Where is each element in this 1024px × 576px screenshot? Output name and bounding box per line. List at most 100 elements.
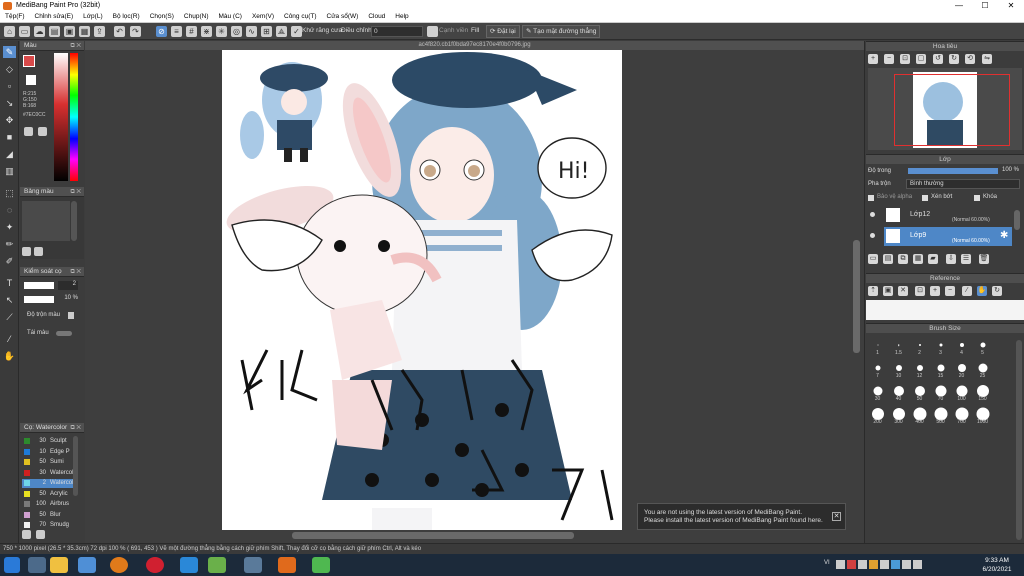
brush-list-item[interactable]: 100 Airbrus: [22, 500, 74, 509]
brush-size-cell[interactable]: 10: [890, 362, 907, 379]
lock-checkbox[interactable]: [974, 195, 980, 201]
reset-rotation-icon[interactable]: ⟲: [965, 54, 975, 64]
brush-list-item[interactable]: 50 Sumi: [22, 458, 74, 467]
navigator-viewport[interactable]: [894, 74, 1010, 146]
explorer-icon[interactable]: [50, 557, 68, 573]
undo-icon[interactable]: ↶: [114, 26, 125, 37]
text-tool-icon[interactable]: T: [3, 277, 16, 289]
menu-window[interactable]: Cửa sổ(W): [322, 12, 364, 20]
ref-close-icon[interactable]: ✕: [898, 286, 908, 296]
menu-view[interactable]: Xem(V): [247, 12, 279, 20]
cross-snap-icon[interactable]: #: [186, 26, 197, 37]
blend-toggle[interactable]: [68, 312, 74, 319]
update-notice[interactable]: You are not using the latest version of …: [637, 503, 846, 530]
snap-off-icon[interactable]: ⊘: [156, 26, 167, 37]
brush-size-cell[interactable]: 400: [911, 407, 928, 425]
menu-tools[interactable]: Công cụ(T): [279, 12, 322, 20]
brush-delete-icon[interactable]: [36, 530, 45, 539]
brush-size-cell[interactable]: 700: [953, 407, 970, 425]
circle-snap-icon[interactable]: ◎: [231, 26, 242, 37]
brush-size-cell[interactable]: 15: [932, 362, 949, 379]
brush-tool-icon[interactable]: ✎: [3, 46, 16, 58]
minimize-button[interactable]: —: [946, 0, 972, 12]
zoom-out-icon[interactable]: −: [884, 54, 894, 64]
actual-size-icon[interactable]: ▢: [916, 54, 926, 64]
brush-size-cell[interactable]: 1.5: [890, 339, 907, 356]
brush-opacity-bar[interactable]: [24, 296, 54, 303]
bucket-tool-icon[interactable]: ◢: [3, 148, 16, 160]
primary-color-swatch[interactable]: [23, 55, 35, 67]
document-tab[interactable]: ac4f820.cb1f0bda97ec8170e4f0b0796.jpg: [85, 41, 864, 50]
layer-list-scrollbar[interactable]: [1014, 210, 1020, 230]
new-layer-raster-icon[interactable]: ▤: [883, 254, 893, 264]
merge-layer-icon[interactable]: ⇩: [946, 254, 956, 264]
system-tray-icons[interactable]: [836, 560, 946, 570]
select-pen-icon[interactable]: ✏: [3, 238, 16, 250]
eyedropper-tool-icon[interactable]: ⁄: [3, 333, 16, 345]
brush-list-item[interactable]: 70 Smudg: [22, 521, 74, 530]
layer-settings-icon[interactable]: ✱: [1000, 230, 1008, 241]
new-file-icon[interactable]: ▭: [19, 26, 30, 37]
menu-layer[interactable]: Lớp(L): [78, 12, 107, 20]
brush-size-cell[interactable]: 300: [890, 408, 907, 425]
brush-size-cell[interactable]: 150: [974, 385, 991, 402]
brush-size-cell[interactable]: 200: [869, 408, 886, 425]
opera-icon[interactable]: [146, 557, 164, 573]
reference-view[interactable]: [866, 300, 1024, 320]
ref-eyedropper-icon[interactable]: ⁄: [962, 286, 972, 296]
close-button[interactable]: ✕: [998, 0, 1024, 12]
brush-size-cell[interactable]: 12: [911, 362, 928, 379]
perspective-icon[interactable]: ⟁: [276, 26, 287, 37]
rotate-left-icon[interactable]: ↺: [933, 54, 943, 64]
menu-edit[interactable]: Chỉnh sửa(E): [30, 12, 79, 20]
delete-color-icon[interactable]: [34, 247, 43, 256]
hue-slider[interactable]: [70, 53, 78, 181]
maximize-button[interactable]: ☐: [972, 0, 998, 12]
tray-lang[interactable]: VI: [824, 560, 830, 566]
ref-open-icon[interactable]: ⇡: [868, 286, 878, 296]
move-tool-icon[interactable]: ✥: [3, 114, 16, 126]
brush-list-scrollbar[interactable]: [73, 436, 78, 496]
brush-list-item[interactable]: 30 Sculpt: [22, 437, 74, 446]
brush-size-cell[interactable]: 2: [911, 339, 928, 356]
grid-snap-icon[interactable]: ⊞: [261, 26, 272, 37]
secondary-color-swatch[interactable]: [26, 75, 36, 85]
ref-capture-icon[interactable]: ▣: [883, 286, 893, 296]
folder-icon[interactable]: ▰: [928, 254, 938, 264]
vanishing-point-icon[interactable]: ⋇: [201, 26, 212, 37]
brush-size-cell[interactable]: 100: [953, 385, 970, 402]
rect-select-icon[interactable]: ⬚: [3, 187, 16, 199]
ref-zoom-in-icon[interactable]: +: [930, 286, 940, 296]
menu-color[interactable]: Màu (C): [213, 12, 246, 20]
app-icon[interactable]: [208, 557, 226, 573]
brush-size-scrollbar[interactable]: [1016, 340, 1022, 540]
taskview-icon[interactable]: [28, 557, 46, 573]
layer-item[interactable]: Lớp12 (Normal 60.00%): [870, 206, 1012, 225]
export-icon[interactable]: ▦: [79, 26, 90, 37]
add-color-icon[interactable]: [22, 247, 31, 256]
brush-size-cell[interactable]: 3: [932, 339, 949, 356]
brush-list-item[interactable]: 50 Acrylic: [22, 490, 74, 499]
cloud-icon[interactable]: ☁: [34, 26, 45, 37]
dot-tool-icon[interactable]: ▫: [3, 80, 16, 92]
notice-close-icon[interactable]: ✕: [832, 512, 841, 521]
menu-select[interactable]: Chọn(S): [145, 12, 179, 20]
create-straight-line-button[interactable]: ✎ Tạo mặt đường thẳng: [522, 25, 601, 38]
lasso-tool-icon[interactable]: ◌: [3, 204, 16, 216]
menu-help[interactable]: Help: [390, 12, 413, 20]
brush-size-cell[interactable]: 5: [974, 339, 991, 356]
brush-size-value[interactable]: 2: [58, 281, 78, 290]
select-tool-icon[interactable]: ↘: [3, 97, 16, 109]
shape-tool-icon[interactable]: ■: [3, 131, 16, 143]
menu-cloud[interactable]: Cloud: [363, 12, 390, 20]
rotate-right-icon[interactable]: ↻: [949, 54, 959, 64]
clipping-checkbox[interactable]: [922, 195, 928, 201]
medibang-taskbar-icon[interactable]: [278, 557, 296, 573]
ref-fit-icon[interactable]: ⊡: [915, 286, 925, 296]
brush-size-cell[interactable]: 70: [932, 385, 949, 402]
new-layer-icon[interactable]: ▭: [868, 254, 878, 264]
color-wheel-icon[interactable]: [38, 127, 47, 136]
brush-add-icon[interactable]: [22, 530, 31, 539]
layer-property-icon[interactable]: ☰: [961, 254, 971, 264]
app-icon[interactable]: [244, 557, 262, 573]
